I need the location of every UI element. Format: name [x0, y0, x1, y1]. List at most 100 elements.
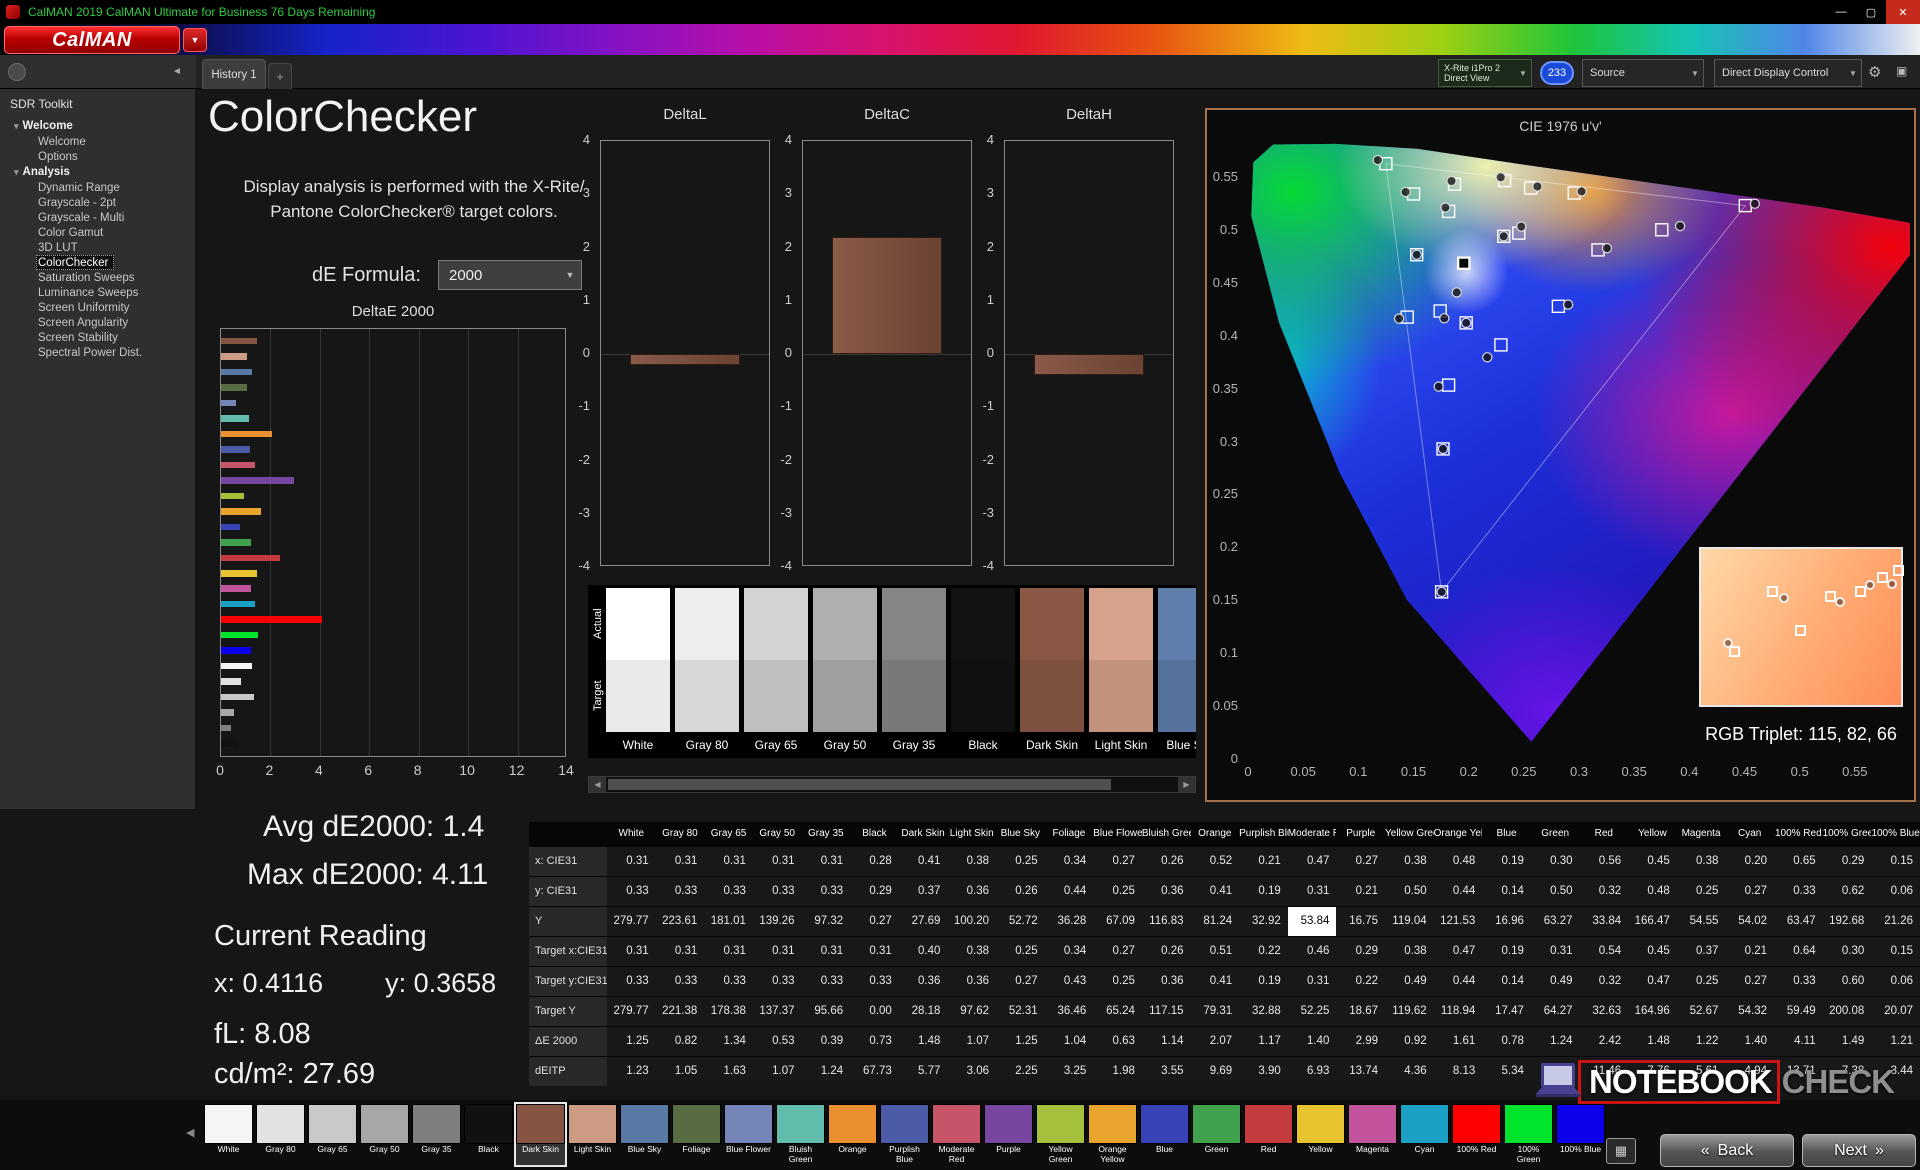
sidebar-item-3d-lut[interactable]: 3D LUT [0, 240, 195, 255]
back-button[interactable]: « Back [1660, 1134, 1794, 1167]
sidebar-item-screen-angularity[interactable]: Screen Angularity [0, 315, 195, 330]
workflow-menu-button[interactable] [8, 63, 26, 81]
sidebar-item-options[interactable]: Options [0, 149, 195, 164]
patch-button-red[interactable]: Red [1244, 1104, 1293, 1165]
table-cell: 166.47 [1628, 906, 1677, 936]
tab-add-button[interactable]: + [268, 63, 292, 89]
sidebar-item-color-gamut[interactable]: Color Gamut [0, 225, 195, 240]
sidebar-item-dynamic-range[interactable]: Dynamic Range [0, 180, 195, 195]
sidebar-item-welcome[interactable]: Welcome [0, 134, 195, 149]
patch-button-foliage[interactable]: Foliage [672, 1104, 721, 1165]
sidebar-item-screen-uniformity[interactable]: Screen Uniformity [0, 300, 195, 315]
table-cell: 0.47 [1628, 966, 1677, 996]
patch-button-purplish-blue[interactable]: Purplish Blue [880, 1104, 929, 1165]
patch-button-blue-flower[interactable]: Blue Flower [724, 1104, 773, 1165]
table-col-blue-sky: Blue Sky [996, 822, 1045, 846]
source-dropdown[interactable]: Source ▼ [1582, 59, 1704, 87]
de-formula-dropdown[interactable]: 2000 ▼ [438, 260, 582, 290]
table-cell: 1.40 [1725, 1026, 1774, 1056]
patch-button-gray-35[interactable]: Gray 35 [412, 1104, 461, 1165]
patch-button-green[interactable]: Green [1192, 1104, 1241, 1165]
sidebar-item-saturation-sweeps[interactable]: Saturation Sweeps [0, 270, 195, 285]
patch-button-100-green[interactable]: 100% Green [1504, 1104, 1553, 1165]
page-title: ColorChecker [208, 92, 477, 142]
sidebar-collapse-icon[interactable]: ◄ [172, 66, 182, 77]
calman-logo[interactable]: CalMAN [4, 26, 180, 54]
sidebar-section-analysis[interactable]: ▾Analysis [0, 164, 195, 180]
settings-gear-icon[interactable]: ⚙ [1868, 63, 1881, 81]
scrollbar-thumb[interactable] [608, 779, 1111, 790]
table-cell: 0.41 [899, 846, 948, 876]
deltae-x-tick: 2 [254, 762, 284, 778]
layout-panel-icon[interactable]: ▣ [1896, 64, 1907, 78]
minimize-button[interactable]: — [1826, 0, 1856, 24]
patch-button-orange-yellow[interactable]: Orange Yellow [1088, 1104, 1137, 1165]
patch-button-yellow[interactable]: Yellow [1296, 1104, 1345, 1165]
display-control-dropdown[interactable]: Direct Display Control ▼ [1714, 59, 1862, 87]
table-cell: 0.36 [947, 966, 996, 996]
report-button[interactable]: ▦ [1606, 1138, 1636, 1164]
table-cell: 0.64 [1774, 936, 1823, 966]
patch-button-gray-50[interactable]: Gray 50 [360, 1104, 409, 1165]
close-button[interactable]: ✕ [1886, 0, 1920, 24]
patch-button-gray-65[interactable]: Gray 65 [308, 1104, 357, 1165]
patch-button-gray-80[interactable]: Gray 80 [256, 1104, 305, 1165]
patch-preview-label: Blue Sky [1158, 732, 1196, 758]
scrollbar-track[interactable] [606, 777, 1178, 792]
sidebar-item-spectral-power-dist[interactable]: Spectral Power Dist. [0, 345, 195, 360]
patch-button-label: Blue Sky [620, 1145, 669, 1165]
scroll-right-icon[interactable]: ▶ [1178, 777, 1195, 792]
cie-y-tick: 0.5 [1207, 222, 1243, 237]
table-cell: 0.27 [1725, 876, 1774, 906]
sidebar-item-colorchecker[interactable]: ColorChecker [36, 255, 114, 270]
patch-button-black[interactable]: Black [464, 1104, 513, 1165]
patch-button-cyan[interactable]: Cyan [1400, 1104, 1449, 1165]
patch-target-swatch [951, 660, 1015, 732]
deltae-bar-100-green [221, 632, 258, 639]
table-cell: 1.05 [656, 1056, 705, 1086]
sidebar-item-grayscale-multi[interactable]: Grayscale - Multi [0, 210, 195, 225]
chevron-down-icon: ▼ [191, 35, 200, 45]
deltal-y-tick: 1 [564, 292, 590, 307]
current-x-readout: x: 0.4116 [214, 968, 323, 998]
table-cell: 0.48 [1434, 846, 1483, 876]
table-cell: 0.31 [1288, 876, 1337, 906]
patch-button-dark-skin[interactable]: Dark Skin [516, 1104, 565, 1165]
table-row-target-y: Target Y279.77221.38178.38137.3795.660.0… [529, 996, 1920, 1026]
meter-count-badge[interactable]: 233 [1540, 61, 1574, 85]
patch-button-bluish-green[interactable]: Bluish Green [776, 1104, 825, 1165]
sidebar-section-welcome[interactable]: ▾Welcome [0, 118, 195, 134]
description-line-2: Pantone ColorChecker® target colors. [232, 199, 596, 224]
meter-dropdown[interactable]: X-Rite i1Pro 2 Direct View ▼ [1438, 59, 1532, 87]
patch-button-yellow-green[interactable]: Yellow Green [1036, 1104, 1085, 1165]
scroll-left-icon[interactable]: ◀ [589, 777, 606, 792]
patch-button-100-red[interactable]: 100% Red [1452, 1104, 1501, 1165]
deltae-x-axis: 02468101214 [220, 762, 566, 780]
sidebar-item-grayscale-2pt[interactable]: Grayscale - 2pt [0, 195, 195, 210]
maximize-button[interactable]: ▢ [1856, 0, 1886, 24]
patch-button-white[interactable]: White [204, 1104, 253, 1165]
patch-button-blue[interactable]: Blue [1140, 1104, 1189, 1165]
patch-button-light-skin[interactable]: Light Skin [568, 1104, 617, 1165]
patch-button-moderate-red[interactable]: Moderate Red [932, 1104, 981, 1165]
patch-actual-swatch [606, 588, 670, 660]
next-button[interactable]: Next » [1802, 1134, 1916, 1167]
logo-menu-button[interactable]: ▼ [183, 28, 207, 52]
deltae-bar-blue [221, 524, 240, 531]
table-cell: 0.26 [1142, 936, 1191, 966]
deltae-bar-orange [221, 431, 272, 438]
sidebar-item-luminance-sweeps[interactable]: Luminance Sweeps [0, 285, 195, 300]
deltae-x-tick: 14 [551, 762, 581, 778]
cie-measured-marker-blue-flower [1462, 318, 1471, 327]
swatch-scrollbar[interactable]: ◀ ▶ [588, 776, 1196, 793]
table-col-magenta: Magenta [1677, 822, 1726, 846]
patch-scroll-left-icon[interactable]: ◀ [186, 1126, 194, 1139]
patch-button-100-blue[interactable]: 100% Blue [1556, 1104, 1605, 1165]
sidebar-item-screen-stability[interactable]: Screen Stability [0, 330, 195, 345]
patch-button-orange[interactable]: Orange [828, 1104, 877, 1165]
patch-button-purple[interactable]: Purple [984, 1104, 1033, 1165]
patch-button-magenta[interactable]: Magenta [1348, 1104, 1397, 1165]
patch-button-blue-sky[interactable]: Blue Sky [620, 1104, 669, 1165]
patch-button-label: Purple [984, 1145, 1033, 1165]
tab-history-1[interactable]: History 1 [202, 59, 266, 89]
